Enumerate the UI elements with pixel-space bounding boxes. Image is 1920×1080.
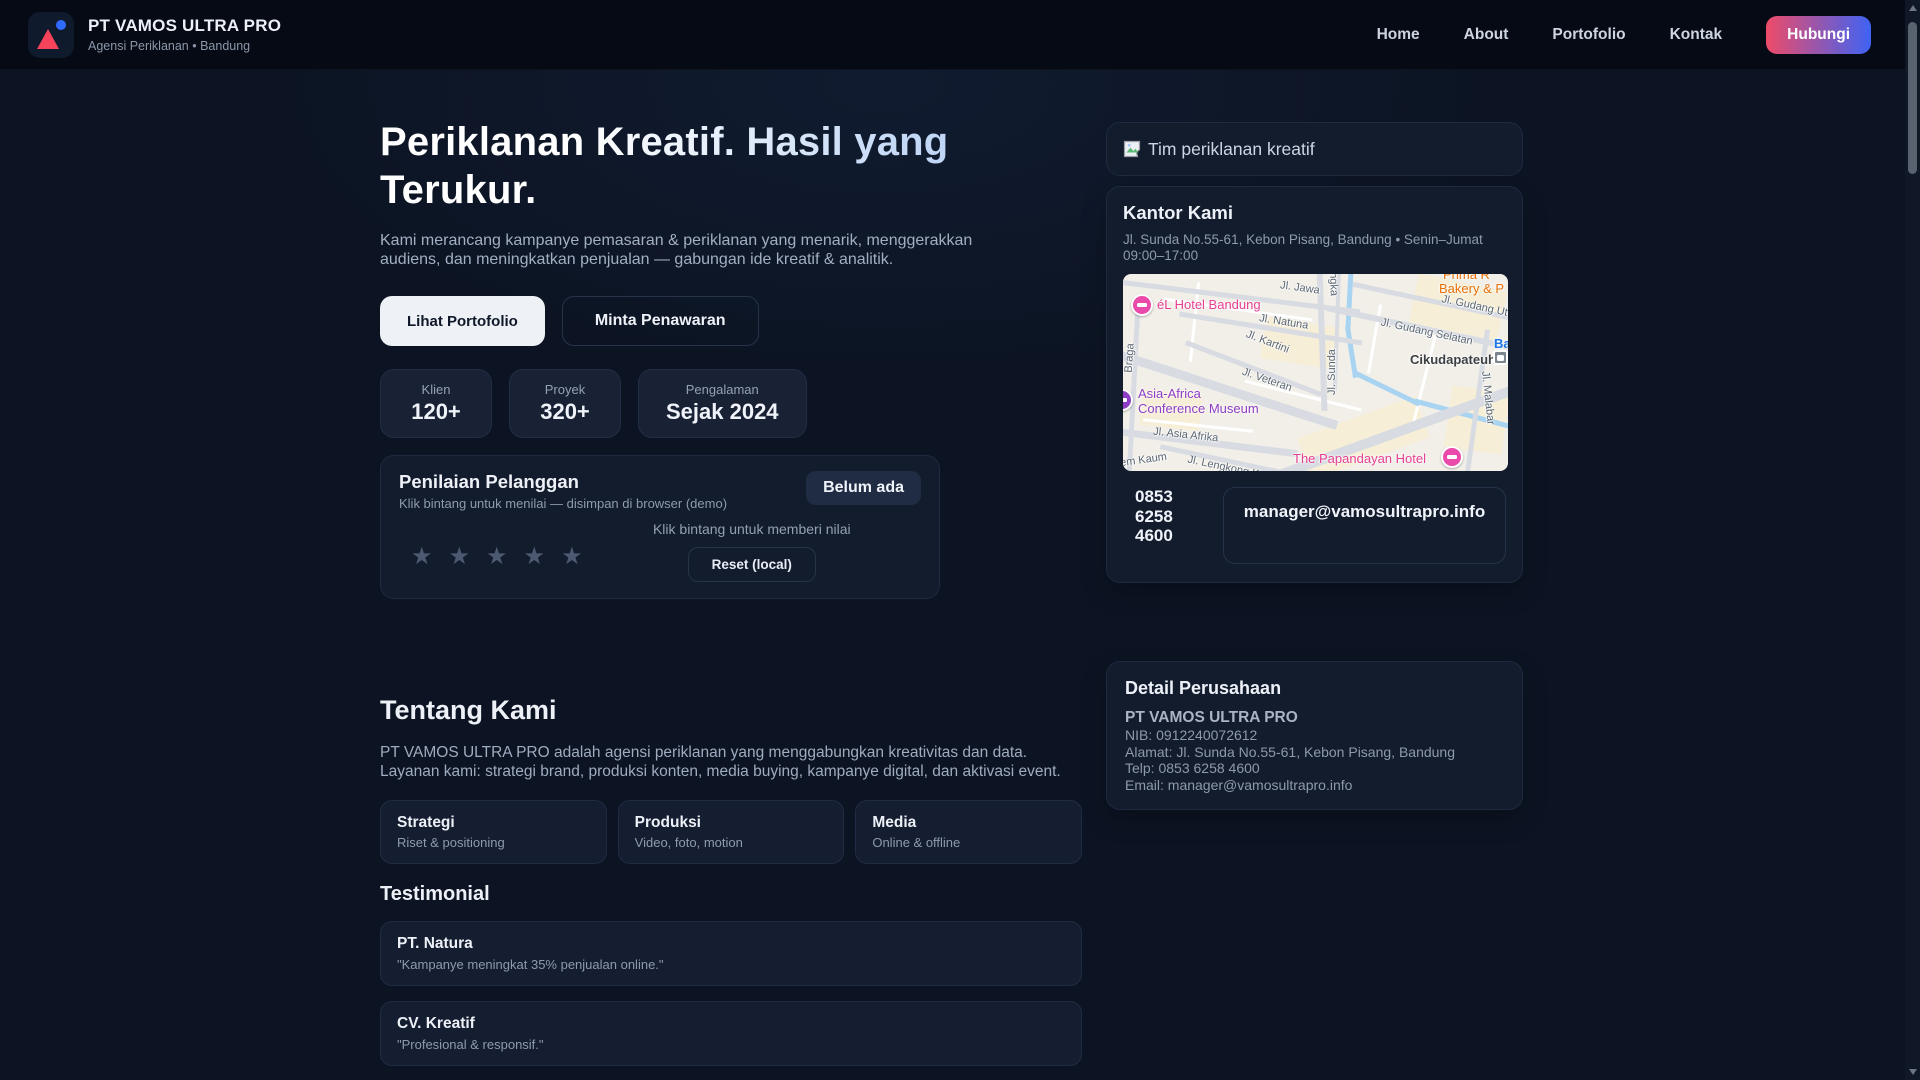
- brand[interactable]: PT VAMOS ULTRA PRO Agensi Periklanan • B…: [28, 11, 282, 58]
- brand-logo-icon: [28, 11, 74, 58]
- logo-dot-icon: [56, 19, 66, 30]
- header: PT VAMOS ULTRA PRO Agensi Periklanan • B…: [0, 0, 1905, 70]
- map-poi-label: Bakery & P: [1439, 281, 1505, 296]
- about-title: Tentang Kami: [380, 695, 557, 725]
- testimonial-name: CV. Kreatif: [397, 1015, 475, 1032]
- scroll-down-button[interactable]: [1905, 1064, 1920, 1080]
- view-portfolio-button[interactable]: Lihat Portofolio: [380, 296, 545, 346]
- office-email-button[interactable]: manager@vamosultrapro.info: [1223, 487, 1506, 564]
- testimonial-item: CV. Kreatif "Profesional & responsif.": [380, 1001, 1082, 1066]
- map-poi-label: Cikudapateuh: [1410, 352, 1496, 367]
- hero-description: Kami merancang kampanye pemasaran & peri…: [380, 232, 973, 268]
- scroll-up-button[interactable]: [1905, 0, 1920, 16]
- star-2-icon[interactable]: ★: [449, 545, 471, 569]
- main-nav: Home About Portofolio Kontak Hubungi: [1377, 15, 1871, 54]
- train-station-icon: [1493, 350, 1508, 365]
- company-email: Email: manager@vamosultrapro.info: [1125, 776, 1353, 793]
- stat-card-pengalaman: Pengalaman Sejak 2024: [638, 369, 807, 438]
- main-content: Periklanan Kreatif. Hasil yang Terukur. …: [380, 70, 1526, 1066]
- testimonials-title: Testimonial: [380, 883, 490, 905]
- service-desc: Online & offline: [872, 835, 961, 850]
- rating-subtitle: Klik bintang untuk menilai — disimpan di…: [399, 496, 728, 511]
- rating-status-badge: Belum ada: [806, 471, 921, 505]
- map-poi-label: Conference Museum: [1138, 401, 1259, 416]
- about-body: PT VAMOS ULTRA PRO adalah agensi perikla…: [380, 744, 1061, 780]
- company-nib: NIB: 0912240072612: [1125, 727, 1258, 743]
- hero-title: Periklanan Kreatif. Hasil yang Terukur.: [380, 118, 1045, 214]
- hotel-pin-icon: [1131, 294, 1153, 316]
- star-rating: ★ ★ ★ ★ ★: [399, 519, 583, 569]
- scroll-down-icon: [1908, 1069, 1917, 1075]
- stat-label: Pengalaman: [685, 382, 759, 397]
- scroll-up-icon: [1908, 5, 1917, 11]
- map-road-label: Jl. Jawa: [1279, 279, 1321, 297]
- brand-tagline: Agensi Periklanan • Bandung: [88, 39, 251, 53]
- rating-card: Penilaian Pelanggan Klik bintang untuk m…: [380, 455, 940, 599]
- stat-value: 320+: [540, 399, 590, 424]
- rating-title: Penilaian Pelanggan: [399, 471, 579, 492]
- services-row: Strategi Riset & positioning Produksi Vi…: [380, 800, 1083, 864]
- nav-home[interactable]: Home: [1377, 26, 1420, 44]
- map-poi-label: Ban: [1494, 336, 1508, 351]
- stat-card-klien: Klien 120+: [380, 369, 492, 438]
- rating-hint: Klik bintang untuk memberi nilai: [652, 521, 851, 537]
- service-title: Produksi: [634, 814, 701, 831]
- brand-name: PT VAMOS ULTRA PRO: [88, 16, 282, 35]
- company-name: PT VAMOS ULTRA PRO: [1125, 709, 1298, 726]
- service-card-strategi: Strategi Riset & positioning: [380, 800, 607, 864]
- stats-row: Klien 120+ Proyek 320+ Pengalaman Sejak …: [380, 369, 1082, 438]
- nav-about[interactable]: About: [1464, 26, 1509, 44]
- company-detail-card: Detail Perusahaan PT VAMOS ULTRA PRO NIB…: [1106, 661, 1523, 810]
- map-road-label: Braga: [1123, 342, 1137, 374]
- broken-image-icon: [1123, 140, 1141, 158]
- star-3-icon[interactable]: ★: [486, 545, 508, 569]
- scrollbar[interactable]: [1905, 0, 1920, 1080]
- office-phone: 0853 6258 4600: [1135, 487, 1173, 545]
- request-quote-button[interactable]: Minta Penawaran: [561, 296, 759, 346]
- testimonial-quote: "Profesional & responsif.": [397, 1037, 544, 1052]
- star-4-icon[interactable]: ★: [524, 545, 546, 569]
- star-5-icon[interactable]: ★: [561, 545, 583, 569]
- service-desc: Riset & positioning: [397, 835, 505, 850]
- service-card-produksi: Produksi Video, foto, motion: [617, 800, 845, 864]
- stat-label: Proyek: [544, 382, 586, 397]
- reset-rating-button[interactable]: Reset (local): [687, 547, 816, 582]
- map-river: [1353, 370, 1421, 407]
- logo-triangle-icon: [37, 28, 59, 49]
- map-road-label: ngka: [1327, 274, 1340, 297]
- testimonial-item: PT. Natura "Kampanye meningkat 35% penju…: [380, 921, 1082, 986]
- scrollbar-thumb[interactable]: [1908, 22, 1917, 174]
- testimonial-name: PT. Natura: [397, 935, 473, 952]
- image-alt-text: Tim periklanan kreatif: [1148, 138, 1315, 159]
- hotel-pin-icon: [1441, 446, 1463, 468]
- stat-label: Klien: [421, 382, 451, 397]
- company-address: Alamat: Jl. Sunda No.55-61, Kebon Pisang…: [1125, 743, 1455, 760]
- service-title: Media: [872, 814, 917, 831]
- service-desc: Video, foto, motion: [634, 835, 743, 850]
- star-1-icon[interactable]: ★: [411, 545, 433, 569]
- office-card: Kantor Kami Jl. Sunda No.55-61, Kebon Pi…: [1106, 186, 1523, 583]
- contact-cta-button[interactable]: Hubungi: [1766, 15, 1871, 54]
- map-poi-label: The Papandayan Hotel: [1293, 451, 1426, 466]
- company-detail-title: Detail Perusahaan: [1125, 678, 1282, 698]
- office-map[interactable]: Jl. Jawa ngka Jl. Natuna Jl. Kartini Jl.…: [1123, 274, 1508, 471]
- map-poi-label: éL Hotel Bandung: [1157, 297, 1261, 312]
- office-address: Jl. Sunda No.55-61, Kebon Pisang, Bandun…: [1123, 232, 1483, 263]
- office-title: Kantor Kami: [1123, 202, 1233, 223]
- service-title: Strategi: [397, 814, 455, 831]
- nav-portfolio[interactable]: Portofolio: [1552, 26, 1625, 44]
- service-card-media: Media Online & offline: [855, 800, 1083, 864]
- team-image-placeholder: Tim periklanan kreatif: [1106, 122, 1523, 176]
- stat-card-proyek: Proyek 320+: [509, 369, 621, 438]
- nav-kontak[interactable]: Kontak: [1670, 26, 1723, 44]
- map-road-label: Jl. Sunda: [1325, 349, 1338, 395]
- testimonial-quote: "Kampanye meningkat 35% penjualan online…: [397, 957, 664, 972]
- company-phone: Telp: 0853 6258 4600: [1125, 760, 1260, 776]
- map-road: [1412, 334, 1437, 424]
- stat-value: 120+: [411, 399, 461, 424]
- map-poi-label: Asia-Africa: [1138, 386, 1201, 401]
- stat-value: Sejak 2024: [666, 399, 779, 424]
